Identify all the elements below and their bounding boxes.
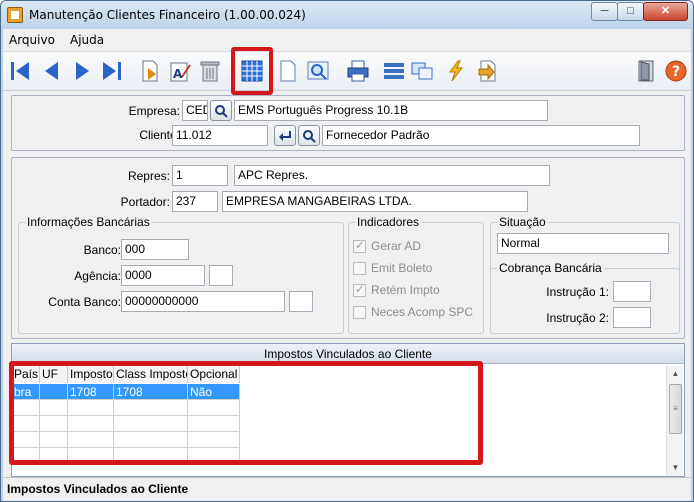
maximize-button[interactable]: □ (617, 2, 644, 21)
menu-arquivo[interactable]: Arquivo (9, 33, 55, 47)
agencia-dv-field[interactable] (209, 265, 233, 286)
scroll-thumb[interactable]: ≡ (669, 384, 682, 434)
menu-bar: Arquivo Ajuda (3, 29, 691, 51)
instrucao2-field[interactable] (613, 307, 651, 328)
svg-text:?: ? (672, 64, 680, 80)
last-record-icon[interactable] (99, 58, 125, 84)
cobranca-group-label: Cobrança Bancária (497, 261, 604, 275)
empresa-name-field: EMS Português Progress 10.1B (234, 100, 548, 121)
checkbox-box (353, 261, 366, 275)
scroll-down-icon[interactable]: ▼ (667, 460, 684, 476)
situacao-group-label: Situação (497, 215, 548, 229)
minimize-button[interactable]: ─ (591, 2, 618, 21)
agencia-field[interactable]: 0000 (121, 265, 205, 286)
print-icon[interactable] (345, 58, 371, 84)
emit-boleto-label: Emit Boleto (371, 261, 433, 275)
grid-vertical-scrollbar[interactable]: ▲ ≡ ▼ (666, 366, 683, 476)
cliente-search-button[interactable] (298, 125, 320, 146)
cliente-code-field[interactable]: 11.012 (172, 125, 268, 146)
retem-impto-label: Retém Impto (371, 283, 440, 297)
gerar-ad-label: Gerar AD (371, 239, 422, 253)
portador-label: Portador: (120, 195, 170, 209)
cliente-go-button[interactable] (274, 125, 296, 146)
repres-code-field[interactable]: 1 (172, 165, 228, 186)
indicadores-group: Indicadores Gerar AD Emit Boleto Retém I… (348, 215, 484, 334)
conta-field[interactable]: 00000000000 (121, 291, 285, 312)
grid-highlight-box (9, 361, 483, 465)
banco-label: Banco: (83, 243, 121, 257)
scroll-up-icon[interactable]: ▲ (667, 366, 684, 382)
enter-arrow-icon (279, 130, 291, 141)
portador-code-field[interactable]: 237 (172, 191, 218, 212)
cobranca-group: Cobrança Bancária Instrução 1: Instrução… (490, 261, 680, 334)
close-button[interactable]: ✕ (643, 2, 688, 21)
edit-record-icon[interactable]: A (167, 58, 193, 84)
search-icon (215, 104, 228, 118)
bank-info-group: Informações Bancárias Banco: 000 Agência… (18, 215, 344, 334)
retem-impto-checkbox[interactable]: Retém Impto (353, 282, 440, 297)
agencia-label: Agência: (74, 269, 121, 283)
app-icon (7, 7, 23, 23)
emit-boleto-checkbox[interactable]: Emit Boleto (353, 261, 432, 275)
next-record-icon[interactable] (69, 58, 95, 84)
search-icon (303, 129, 316, 143)
lightning-icon[interactable] (443, 58, 469, 84)
repres-label: Repres: (127, 169, 170, 183)
svg-text:A: A (173, 67, 183, 81)
detail-panel: Repres: 1 APC Repres. Portador: 237 EMPR… (11, 157, 685, 339)
indicadores-group-label: Indicadores (355, 215, 422, 229)
previous-record-icon[interactable] (39, 58, 65, 84)
empresa-label: Empresa: (128, 104, 180, 118)
situacao-field[interactable]: Normal (497, 233, 669, 254)
instrucao2-label: Instrução 2: (546, 311, 609, 325)
checkbox-box (353, 238, 366, 253)
client-area: Arquivo Ajuda A ? Empresa: CE EMS Portug… (3, 29, 691, 501)
portador-name-field: EMPRESA MANGABEIRAS LTDA. (222, 191, 528, 212)
windows-icon[interactable] (409, 58, 435, 84)
exit-door-icon[interactable] (633, 58, 659, 84)
conta-dv-field[interactable] (289, 291, 313, 312)
empresa-search-button[interactable] (210, 100, 232, 121)
new-record-icon[interactable] (137, 58, 163, 84)
instrucao1-label: Instrução 1: (546, 285, 609, 299)
header-panel: Empresa: CED EMS Português Progress 10.1… (11, 95, 685, 151)
keyboard-icon[interactable] (381, 58, 407, 84)
document-export-icon[interactable] (475, 58, 501, 84)
instrucao1-field[interactable] (613, 281, 651, 302)
cliente-name-field: Fornecedor Padrão (322, 125, 640, 146)
window-title: Manutenção Clientes Financeiro (1.00.00.… (29, 8, 306, 22)
cliente-label: Cliente: (139, 128, 180, 142)
gerar-ad-checkbox[interactable]: Gerar AD (353, 238, 422, 253)
help-icon[interactable]: ? (663, 58, 689, 84)
banco-field[interactable]: 000 (121, 239, 189, 260)
empresa-code-field[interactable]: CED (182, 100, 208, 121)
neces-acomp-spc-checkbox[interactable]: Neces Acomp SPC (353, 305, 473, 319)
first-record-icon[interactable] (7, 58, 33, 84)
delete-record-icon[interactable] (197, 58, 223, 84)
neces-acomp-spc-label: Neces Acomp SPC (371, 305, 474, 319)
toolbar: A ? (3, 51, 691, 91)
bank-info-group-label: Informações Bancárias (25, 215, 152, 229)
app-window: Manutenção Clientes Financeiro (1.00.00.… (0, 0, 694, 502)
checkbox-box (353, 305, 366, 319)
title-bar: Manutenção Clientes Financeiro (1.00.00.… (1, 1, 693, 29)
conta-label: Conta Banco: (48, 295, 121, 309)
search-record-icon[interactable] (305, 58, 331, 84)
menu-ajuda[interactable]: Ajuda (70, 33, 104, 47)
repres-name-field: APC Repres. (234, 165, 550, 186)
copy-record-icon[interactable] (275, 58, 301, 84)
status-bar: Impostos Vinculados ao Cliente (3, 477, 691, 501)
toolbar-highlight-box (231, 47, 273, 95)
checkbox-box (353, 282, 366, 297)
